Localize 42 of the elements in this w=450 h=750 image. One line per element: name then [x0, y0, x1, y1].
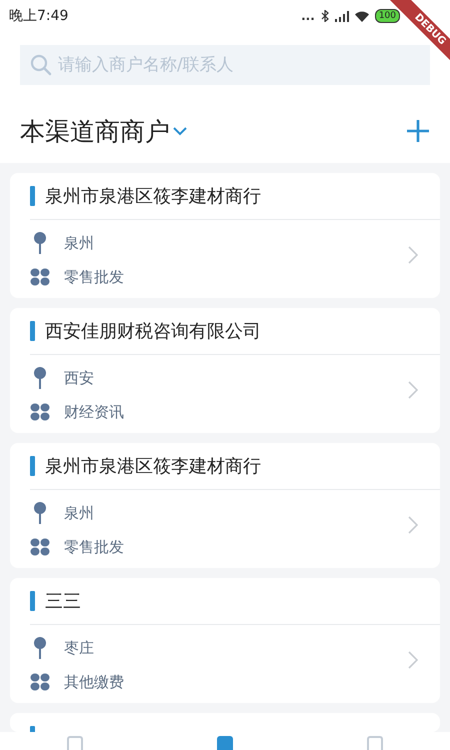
- nav-tab[interactable]: [215, 736, 235, 750]
- accent-bar: [30, 321, 35, 341]
- category-icon: [30, 538, 50, 556]
- category-icon: [30, 268, 50, 286]
- category-icon: [30, 403, 50, 421]
- merchant-city: 西安: [64, 368, 94, 388]
- bluetooth-icon: [320, 10, 329, 22]
- merchant-card[interactable]: 泉州市泉港区筱李建材商行 泉州 零售批发: [10, 173, 440, 298]
- merchant-city: 枣庄: [64, 638, 94, 658]
- nav-tab[interactable]: [365, 736, 385, 750]
- accent-bar: [30, 186, 35, 206]
- status-dots: ...: [301, 10, 315, 22]
- merchant-name: 三三: [45, 590, 81, 613]
- add-button[interactable]: [404, 117, 432, 145]
- merchant-city: 泉州: [64, 234, 94, 252]
- merchant-category: 财经资讯: [64, 402, 124, 422]
- merchant-type-dropdown[interactable]: 本渠道商商户: [20, 114, 188, 148]
- signal-icon: [334, 10, 349, 22]
- merchant-card[interactable]: 三三 枣庄 其他缴费: [10, 578, 440, 703]
- status-time: 晚上7:49: [9, 7, 68, 25]
- chevron-right-icon: [408, 516, 418, 534]
- battery-indicator: 100: [374, 9, 400, 23]
- merchant-name: 西安佳朋财税咨询有限公司: [45, 320, 261, 343]
- merchant-card[interactable]: 泉州市泉港区筱李建材商行 泉州 零售批发: [10, 443, 440, 568]
- chevron-right-icon: [408, 651, 418, 669]
- wifi-icon: [354, 10, 369, 22]
- merchant-card[interactable]: 西安佳朋财税咨询有限公司 西安 财经资讯: [10, 308, 440, 433]
- chevron-right-icon: [408, 381, 418, 399]
- merchant-name: 泉州市泉港区筱李建材商行: [45, 455, 261, 478]
- nav-tab[interactable]: [65, 736, 85, 750]
- chevron-right-icon: [408, 246, 418, 264]
- merchant-category: 零售批发: [64, 268, 124, 286]
- merchant-category: 零售批发: [64, 538, 124, 556]
- category-icon: [30, 673, 50, 691]
- chevron-down-icon: [172, 126, 188, 136]
- merchant-category: 其他缴费: [64, 672, 124, 692]
- search-field[interactable]: 请输入商户名称/联系人: [20, 45, 430, 85]
- merchant-city: 泉州: [64, 504, 94, 522]
- accent-bar: [30, 591, 35, 611]
- accent-bar: [30, 456, 35, 476]
- plus-icon: [406, 119, 430, 143]
- merchant-name: 泉州市泉港区筱李建材商行: [45, 185, 261, 208]
